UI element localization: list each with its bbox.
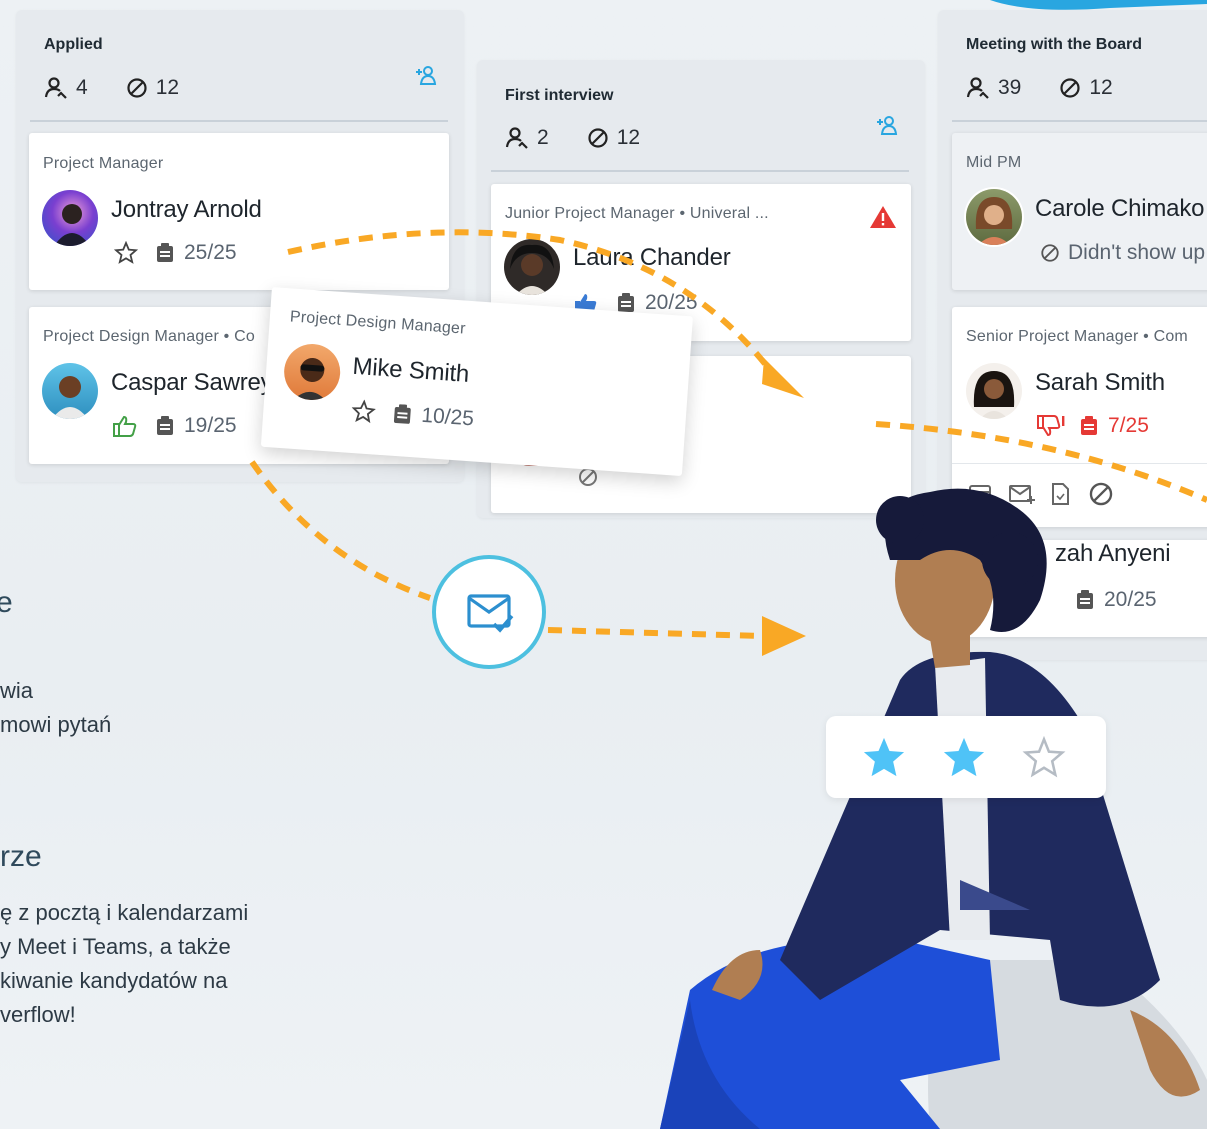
dragged-candidate-card[interactable]: Project Design Manager Mike Smith 10/25 <box>260 287 693 477</box>
person-illustration <box>660 488 1207 1129</box>
dashed-arrow-path <box>875 421 1207 503</box>
arrow-head <box>762 358 804 398</box>
score: 10/25 <box>420 403 475 431</box>
star-outline-icon[interactable] <box>351 399 377 425</box>
arrow-head <box>762 616 806 656</box>
star-rating-card <box>826 716 1106 798</box>
avatar <box>282 342 343 402</box>
candidate-name: Mike Smith <box>351 352 471 388</box>
clipboard-icon <box>393 404 411 424</box>
dashed-arrow-path <box>547 627 763 639</box>
star-outline-icon[interactable] <box>1022 736 1066 778</box>
workflow-illustration <box>249 229 1207 1129</box>
star-filled-icon[interactable] <box>942 736 986 778</box>
dashed-arrow-path <box>249 460 431 601</box>
job-title: Project Design Manager <box>289 308 467 338</box>
star-filled-icon[interactable] <box>862 736 906 778</box>
